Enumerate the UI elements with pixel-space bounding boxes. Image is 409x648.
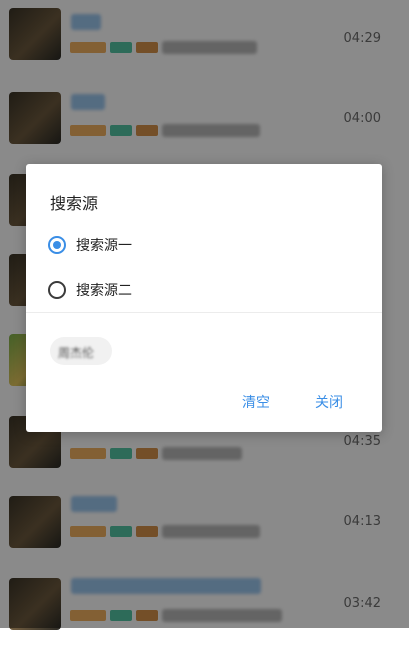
clear-button[interactable]: 清空 [242, 392, 270, 412]
radio-checked-icon[interactable] [48, 236, 66, 254]
radio-label: 搜索源二 [76, 283, 132, 299]
radio-label: 搜索源一 [76, 238, 132, 254]
radio-unchecked-icon[interactable] [48, 281, 66, 299]
history-chip-label: 周杰伦 [58, 346, 95, 360]
divider [26, 312, 382, 313]
close-button[interactable]: 关闭 [315, 392, 343, 412]
radio-option-source-2[interactable]: 搜索源二 [48, 277, 132, 303]
search-source-dialog: 搜索源 搜索源一 搜索源二 周杰伦 清空 关闭 [26, 164, 382, 432]
dialog-title: 搜索源 [50, 194, 99, 213]
search-history-chip[interactable]: 周杰伦 [50, 337, 112, 365]
radio-option-source-1[interactable]: 搜索源一 [48, 232, 132, 258]
